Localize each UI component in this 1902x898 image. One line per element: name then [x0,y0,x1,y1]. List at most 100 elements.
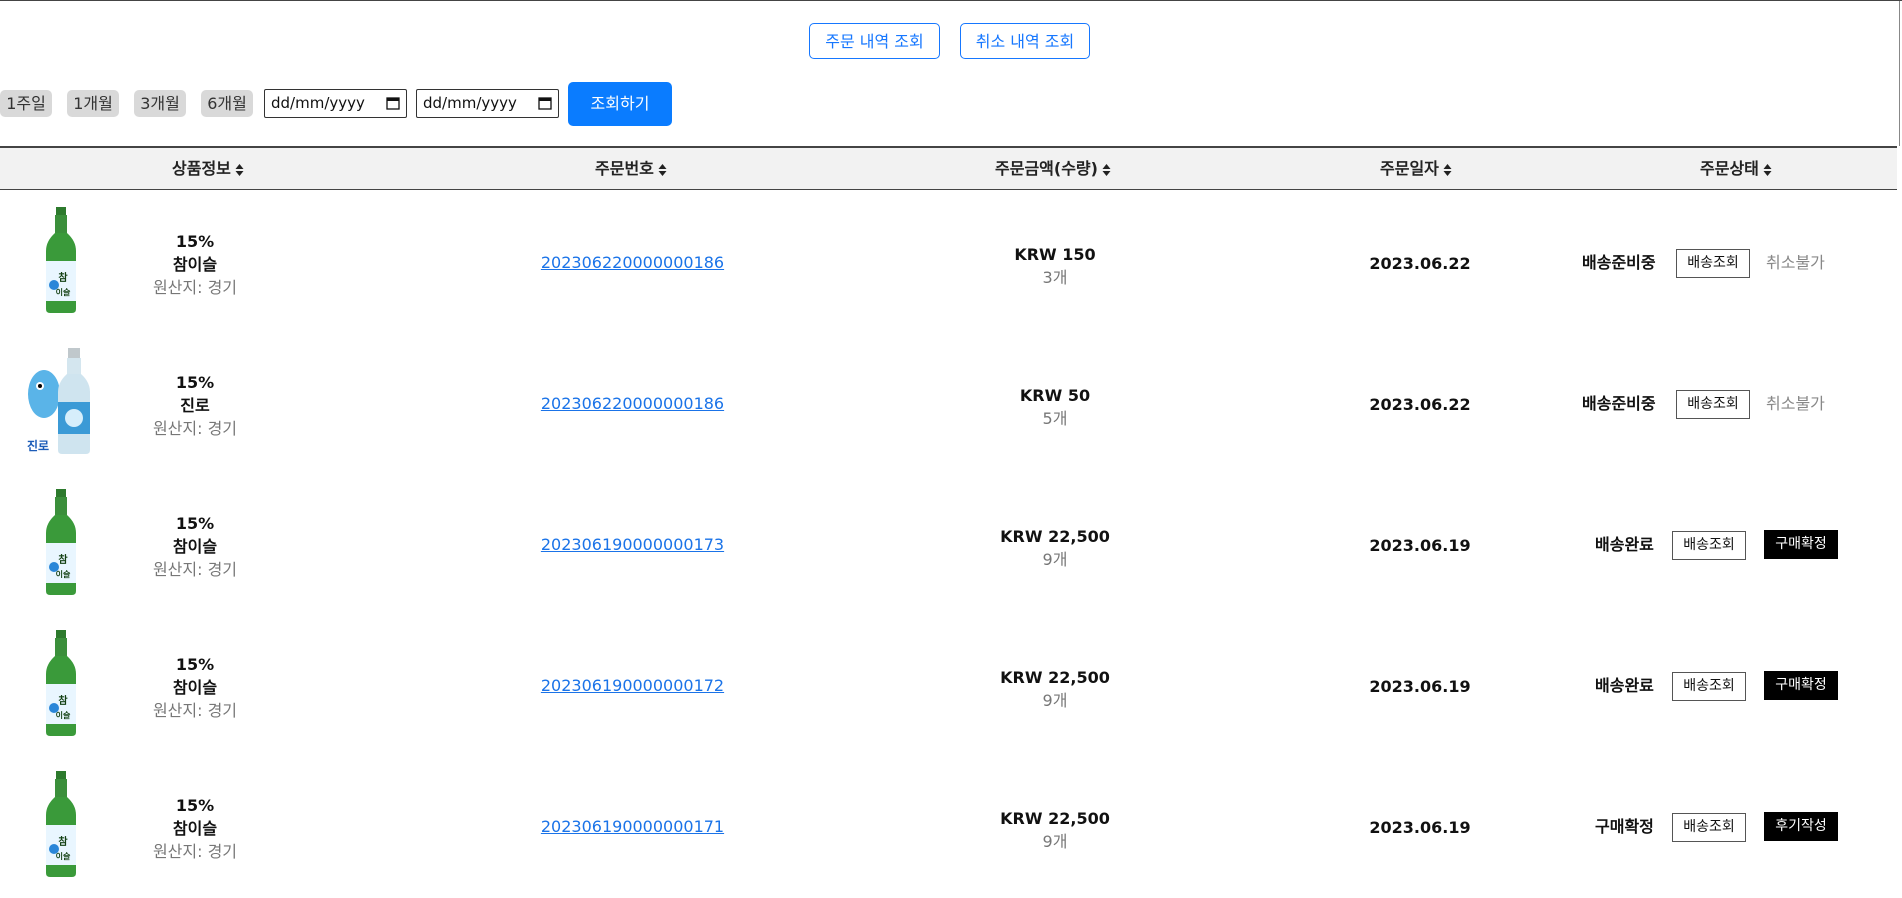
product-origin: 원산지: 경기 [152,842,238,861]
track-delivery-button[interactable]: 배송조회 [1676,390,1750,419]
order-quantity: 9개 [1042,550,1068,569]
track-delivery-button[interactable]: 배송조회 [1676,249,1750,278]
order-row: 참 이슬 15% 참이슬 원산지: 경기 202306190000000171 … [0,757,1897,898]
cancel-history-button[interactable]: 취소 내역 조회 [960,23,1090,59]
order-status: 배송완료 [1595,535,1654,554]
svg-text:참: 참 [58,835,68,848]
product-abv: 15% [175,514,215,533]
period-6month-button[interactable]: 6개월 [201,90,253,117]
chamisul-bottle-image: 참 이슬 [46,489,76,595]
svg-text:이슬: 이슬 [56,287,71,297]
svg-text:참: 참 [58,694,68,707]
period-3month-button[interactable]: 3개월 [134,90,186,117]
order-status: 배송준비중 [1582,394,1656,413]
chamisul-bottle-image: 참 이슬 [46,630,76,736]
start-date-text: dd/mm/yyyy [271,94,365,112]
order-date: 2023.06.19 [1369,818,1471,837]
sort-icon [1102,163,1111,176]
product-abv: 15% [175,655,215,674]
product-abv: 15% [175,796,215,815]
order-status: 구매확정 [1595,817,1654,836]
period-1month-button[interactable]: 1개월 [67,90,119,117]
start-date-input[interactable]: dd/mm/yyyy [264,89,407,118]
order-amount: KRW 22,500 9개 [955,807,1155,853]
order-number-link[interactable]: 202306220000000186 [500,394,765,413]
order-date: 2023.06.22 [1369,254,1471,273]
order-quantity: 9개 [1042,832,1068,851]
order-row: 참 이슬 15% 참이슬 원산지: 경기 202306190000000173 … [0,475,1897,616]
product-abv: 15% [175,373,215,392]
header-label: 상품정보 [172,159,231,178]
order-number-link[interactable]: 202306190000000171 [500,817,765,836]
header-label: 주문번호 [595,159,654,178]
header-label: 주문일자 [1380,159,1439,178]
header-order-number[interactable]: 주문번호 [595,148,667,192]
svg-text:이슬: 이슬 [56,710,71,720]
cancel-unavailable-label: 취소불가 [1766,394,1825,413]
order-price: KRW 50 [1019,386,1091,405]
product-abv: 15% [175,232,215,251]
history-tabs: 주문 내역 조회 취소 내역 조회 [0,23,1902,61]
order-date: 2023.06.22 [1369,395,1471,414]
product-origin: 원산지: 경기 [152,560,238,579]
track-delivery-button[interactable]: 배송조회 [1672,531,1746,560]
order-status: 배송완료 [1595,676,1654,695]
confirm-purchase-button[interactable]: 구매확정 [1764,530,1838,559]
sort-icon [658,163,667,176]
period-1week-button[interactable]: 1주일 [0,90,52,117]
order-date: 2023.06.19 [1369,536,1471,555]
header-order-amount[interactable]: 주문금액(수량) [995,148,1111,192]
product-name: 참이슬 [172,537,218,556]
product-name: 참이슬 [172,255,218,274]
chamisul-bottle-image: 참 이슬 [46,207,76,313]
order-amount: KRW 50 5개 [955,384,1155,430]
cancel-unavailable-label: 취소불가 [1766,253,1825,272]
table-header: 상품정보 주문번호 주문금액(수량) 주문일자 주문상태 [0,146,1897,190]
write-review-button[interactable]: 후기작성 [1764,812,1838,841]
product-name: 참이슬 [172,678,218,697]
calendar-icon [538,97,552,110]
product-info: 15% 참이슬 원산지: 경기 [135,512,255,581]
order-status: 배송준비중 [1582,253,1656,272]
jinro-bottle-image: 진로 [27,348,90,454]
order-quantity: 9개 [1042,691,1068,710]
chamisul-bottle-image: 참 이슬 [46,771,76,877]
order-row: 진로 15% 진로 원산지: 경기 202306220000000186 KRW… [0,334,1897,475]
search-button[interactable]: 조회하기 [568,82,672,126]
order-price: KRW 22,500 [1000,809,1110,828]
order-number-link[interactable]: 202306190000000172 [500,676,765,695]
header-order-date[interactable]: 주문일자 [1380,148,1452,192]
product-name: 진로 [180,396,210,415]
sort-icon [1443,163,1452,176]
order-number-link[interactable]: 202306190000000173 [500,535,765,554]
order-price: KRW 22,500 [1000,527,1110,546]
filter-bar: 1주일 1개월 3개월 6개월 dd/mm/yyyy dd/mm/yyyy 조회… [0,82,1902,126]
confirm-purchase-button[interactable]: 구매확정 [1764,671,1838,700]
order-history-button[interactable]: 주문 내역 조회 [809,23,940,59]
order-price: KRW 150 [1014,245,1096,264]
calendar-icon [386,97,400,110]
svg-text:이슬: 이슬 [56,569,71,579]
header-product-info[interactable]: 상품정보 [172,148,244,192]
product-info: 15% 참이슬 원산지: 경기 [135,794,255,863]
order-price: KRW 22,500 [1000,668,1110,687]
order-amount: KRW 150 3개 [955,243,1155,289]
product-info: 15% 진로 원산지: 경기 [135,371,255,440]
order-number-link[interactable]: 202306220000000186 [500,253,765,272]
product-info: 15% 참이슬 원산지: 경기 [135,653,255,722]
order-quantity: 3개 [1042,268,1068,287]
order-amount: KRW 22,500 9개 [955,525,1155,571]
end-date-text: dd/mm/yyyy [423,94,517,112]
sort-icon [1763,163,1772,176]
svg-text:참: 참 [58,553,68,566]
header-order-status[interactable]: 주문상태 [1700,148,1772,192]
svg-text:이슬: 이슬 [56,851,71,861]
sort-icon [235,163,244,176]
product-origin: 원산지: 경기 [152,419,238,438]
track-delivery-button[interactable]: 배송조회 [1672,672,1746,701]
svg-text:참: 참 [58,271,68,284]
track-delivery-button[interactable]: 배송조회 [1672,813,1746,842]
product-info: 15% 참이슬 원산지: 경기 [135,230,255,299]
end-date-input[interactable]: dd/mm/yyyy [416,89,559,118]
product-origin: 원산지: 경기 [152,701,238,720]
